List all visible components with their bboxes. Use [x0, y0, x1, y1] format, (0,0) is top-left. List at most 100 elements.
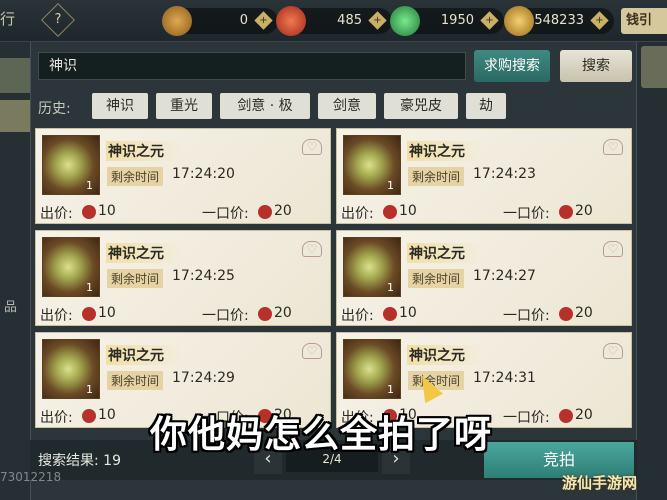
currency-icon	[82, 205, 96, 219]
help-button[interactable]: ?	[41, 3, 75, 37]
item-name: 神识之元	[106, 345, 182, 365]
right-tab[interactable]	[641, 46, 667, 88]
video-subtitle: 你他妈怎么全拍了呀	[150, 413, 492, 456]
currency-icon	[82, 409, 96, 423]
currency-icon	[383, 205, 397, 219]
remaining-time-label: 剩余时间	[107, 269, 164, 288]
remaining-time-value: 17:24:29	[172, 370, 235, 386]
currency-icon	[559, 307, 573, 321]
currency-jade: 1950 +	[390, 6, 504, 36]
item-quantity: 1	[387, 383, 394, 396]
remaining-time-value: 17:24:25	[172, 268, 235, 284]
buyout-price-value: 20	[274, 305, 292, 321]
favorite-heart-icon[interactable]: ♡	[603, 343, 623, 359]
bid-price-label: 出价:	[40, 410, 73, 426]
history-label: 历史:	[38, 101, 71, 117]
currency-icon	[559, 205, 573, 219]
bid-price-value: 10	[98, 203, 116, 219]
add-jade-button[interactable]: +	[480, 11, 499, 30]
buyout-price-value: 20	[575, 305, 593, 321]
buyout-price-label: 一口价:	[202, 206, 249, 222]
bid-price-value: 10	[399, 305, 417, 321]
item-quantity: 1	[86, 281, 93, 294]
bid-price-label: 出价:	[40, 206, 73, 222]
item-name: 神识之元	[407, 345, 483, 365]
remaining-time-value: 17:24:27	[473, 268, 536, 284]
item-name: 神识之元	[407, 141, 483, 161]
gold-ingot-icon	[504, 6, 534, 36]
history-tag[interactable]: 重光	[156, 93, 212, 119]
buyout-price-label: 一口价:	[202, 308, 249, 324]
red-orb-icon	[276, 6, 306, 36]
add-red-orb-button[interactable]: +	[368, 11, 387, 30]
add-gold-button[interactable]: +	[590, 11, 609, 30]
currency-gold-value: 548233	[534, 13, 584, 28]
favorite-heart-icon[interactable]: ♡	[603, 241, 623, 257]
left-sidebar-label: 品	[4, 300, 18, 315]
jade-ring-icon	[390, 6, 420, 36]
bid-price-label: 出价:	[341, 308, 374, 324]
bronze-coin-icon	[162, 6, 192, 36]
bid-price-label: 出价:	[341, 206, 374, 222]
shop-button[interactable]: 钱引	[621, 8, 667, 34]
item-quantity: 1	[387, 281, 394, 294]
buyout-price-value: 20	[575, 203, 593, 219]
left-tab-2[interactable]	[0, 100, 30, 132]
listing-card[interactable]: 1 神识之元 ♡ 剩余时间 17:24:23 出价: 10 一口价: 20	[336, 128, 632, 224]
currency-bronze-value: 0	[239, 13, 248, 28]
item-name: 神识之元	[106, 243, 182, 263]
help-label: ?	[54, 12, 62, 27]
currency-bronze: 0 +	[162, 6, 278, 36]
remaining-time-label: 剩余时间	[107, 371, 164, 390]
search-result-count: 搜索结果: 19	[38, 453, 121, 469]
remaining-time-value: 17:24:23	[473, 166, 536, 182]
item-thumbnail: 1	[42, 135, 100, 195]
listing-card[interactable]: 1 神识之元 ♡ 剩余时间 17:24:20 出价: 10 一口价: 20	[35, 128, 331, 224]
history-tag[interactable]: 神识	[92, 93, 148, 119]
item-quantity: 1	[86, 179, 93, 192]
buyout-price-value: 20	[575, 407, 593, 423]
bid-price-value: 10	[98, 407, 116, 423]
item-thumbnail: 1	[343, 237, 401, 297]
currency-icon	[559, 409, 573, 423]
history-tag[interactable]: 豪兕皮	[384, 93, 458, 119]
user-id: 73012218	[0, 470, 62, 484]
history-tag[interactable]: 劫	[466, 93, 506, 119]
item-quantity: 1	[86, 383, 93, 396]
item-thumbnail: 1	[343, 135, 401, 195]
favorite-heart-icon[interactable]: ♡	[603, 139, 623, 155]
history-tag[interactable]: 剑意	[318, 93, 376, 119]
currency-icon	[82, 307, 96, 321]
listing-card[interactable]: 1 神识之元 ♡ 剩余时间 17:24:25 出价: 10 一口价: 20	[35, 230, 331, 326]
buyout-price-label: 一口价:	[503, 410, 550, 426]
item-name: 神识之元	[407, 243, 483, 263]
buyout-price-label: 一口价:	[503, 206, 550, 222]
add-bronze-button[interactable]: +	[254, 11, 273, 30]
favorite-heart-icon[interactable]: ♡	[302, 343, 322, 359]
bid-price-value: 10	[98, 305, 116, 321]
currency-gold: 548233 +	[504, 6, 614, 36]
favorite-heart-icon[interactable]: ♡	[302, 241, 322, 257]
currency-icon	[258, 205, 272, 219]
remaining-time-label: 剩余时间	[107, 167, 164, 186]
listing-card[interactable]: 1 神识之元 ♡ 剩余时间 17:24:27 出价: 10 一口价: 20	[336, 230, 632, 326]
bid-price-label: 出价:	[40, 308, 73, 324]
right-sidebar	[637, 42, 667, 500]
remaining-time-value: 17:24:20	[172, 166, 235, 182]
search-button[interactable]: 搜索	[560, 50, 632, 82]
left-tab-1[interactable]	[0, 58, 30, 93]
search-input[interactable]: 神识	[38, 52, 466, 80]
item-name: 神识之元	[106, 141, 182, 161]
favorite-heart-icon[interactable]: ♡	[302, 139, 322, 155]
currency-jade-value: 1950	[440, 13, 474, 28]
item-thumbnail: 1	[42, 237, 100, 297]
bid-price-value: 10	[399, 203, 417, 219]
item-thumbnail: 1	[42, 339, 100, 399]
buy-search-button[interactable]: 求购搜索	[474, 50, 550, 82]
currency-red-orb-value: 485	[337, 13, 362, 28]
buyout-price-value: 20	[274, 203, 292, 219]
remaining-time-value: 17:24:31	[473, 370, 536, 386]
currency-red-orb: 485 +	[276, 6, 392, 36]
history-tag[interactable]: 剑意 · 极	[220, 93, 310, 119]
top-bar: 行 ? 0 + 485 + 1950 + 548233 + 钱引	[0, 0, 667, 42]
